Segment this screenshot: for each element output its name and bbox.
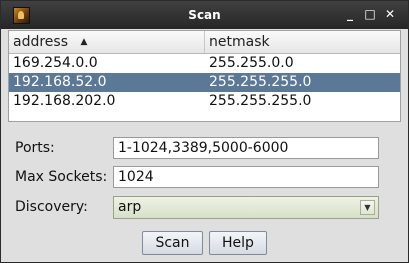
scan-button[interactable]: Scan [142,231,203,255]
max-sockets-label: Max Sockets: [15,169,108,185]
maximize-button[interactable]: □ [363,7,377,21]
table-row-selected[interactable]: 192.168.52.0 255.255.255.0 [9,73,400,92]
title-bar[interactable]: Scan _ □ ✕ [1,1,408,29]
discovery-label: Discovery: [15,199,88,215]
netmask-cell: 255.255.255.0 [209,74,312,90]
sort-ascending-icon: ▲ [80,37,88,47]
column-header-address-label: address [13,34,69,50]
column-header-netmask[interactable]: netmask [205,31,400,53]
minimize-button[interactable]: _ [343,7,357,21]
address-cell: 192.168.202.0 [13,93,116,109]
netmask-cell: 255.255.255.0 [209,93,312,109]
column-header-netmask-label: netmask [209,34,270,50]
scan-window: Scan _ □ ✕ address ▲ netmask 169.254.0.0… [0,0,409,263]
address-cell: 192.168.52.0 [13,74,107,90]
address-cell: 169.254.0.0 [13,55,98,71]
table-row[interactable]: 169.254.0.0 255.255.0.0 [9,54,400,73]
network-table[interactable]: address ▲ netmask 169.254.0.0 255.255.0.… [8,30,401,122]
table-row[interactable]: 192.168.202.0 255.255.255.0 [9,92,400,111]
max-sockets-input[interactable] [113,166,379,188]
ports-input[interactable] [113,137,379,159]
table-header: address ▲ netmask [9,31,400,54]
help-button[interactable]: Help [209,231,267,255]
netmask-cell: 255.255.0.0 [209,55,294,71]
ports-label: Ports: [15,140,55,156]
chevron-down-icon[interactable]: ▼ [360,200,375,215]
column-header-address[interactable]: address ▲ [9,31,205,53]
discovery-selected-value: arp [118,199,142,215]
close-button[interactable]: ✕ [383,7,397,21]
discovery-select[interactable]: arp ▼ [113,196,379,219]
